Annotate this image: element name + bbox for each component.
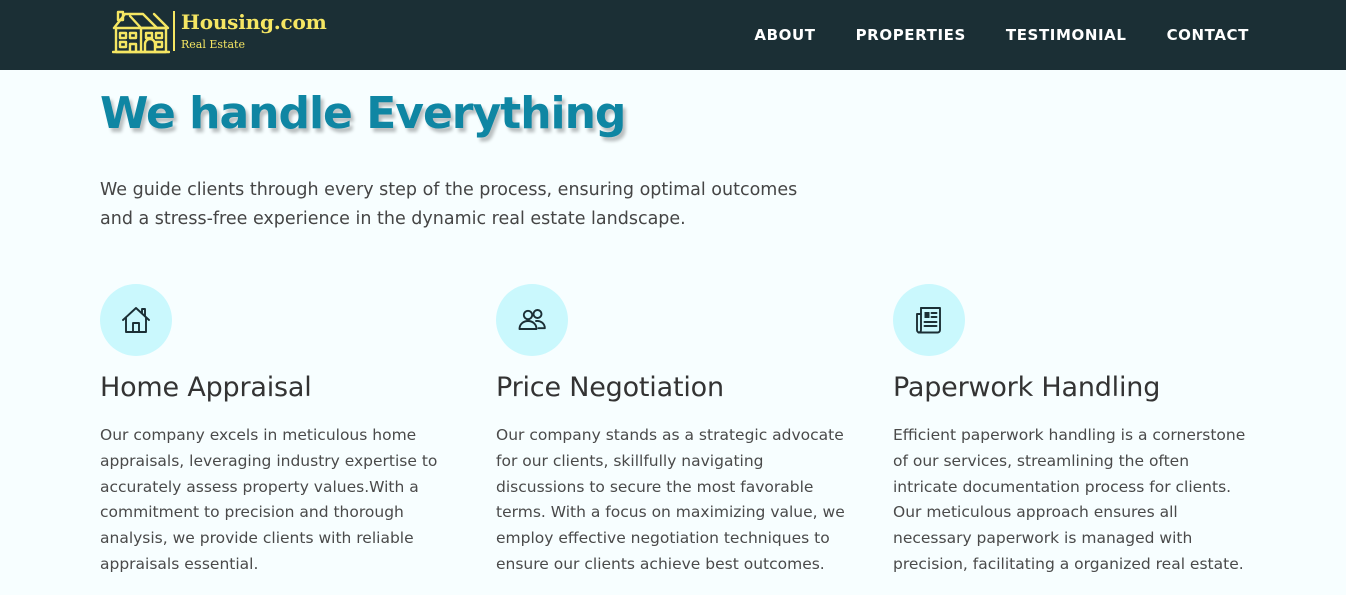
top-navbar: Housing.com Real Estate ABOUT PROPERTIES… — [0, 0, 1346, 70]
feature-paperwork-handling: Paperwork Handling Efficient paperwork h… — [893, 284, 1253, 578]
feature-title: Paperwork Handling — [893, 372, 1161, 403]
feature-description: Efficient paperwork handling is a corner… — [893, 426, 1246, 573]
feature-description: Our company excels in meticulous home ap… — [100, 426, 438, 573]
nav-link-about[interactable]: ABOUT — [754, 26, 815, 44]
feature-icon-circle — [100, 284, 172, 356]
home-icon — [122, 307, 150, 333]
feature-icon-circle — [496, 284, 568, 356]
house-logo-icon — [112, 10, 170, 54]
nav-link-contact[interactable]: CONTACT — [1167, 26, 1249, 44]
feature-description: Our company stands as a strategic advoca… — [496, 426, 845, 573]
logo-divider — [173, 11, 175, 51]
main-nav: ABOUT PROPERTIES TESTIMONIAL CONTACT — [754, 0, 1249, 70]
users-icon — [518, 309, 546, 330]
feature-home-appraisal: Home Appraisal Our company excels in met… — [100, 284, 460, 578]
hero-description: We guide clients through every step of t… — [100, 180, 798, 229]
brand-name: Housing.com — [181, 10, 327, 34]
feature-title: Price Negotiation — [496, 372, 724, 403]
nav-link-testimonial[interactable]: TESTIMONIAL — [1006, 26, 1127, 44]
newspaper-icon — [916, 307, 941, 334]
nav-link-properties[interactable]: PROPERTIES — [856, 26, 966, 44]
feature-price-negotiation: Price Negotiation Our company stands as … — [496, 284, 856, 578]
hero-title: We handle Everything — [100, 88, 626, 139]
brand-logo-link[interactable]: Housing.com Real Estate — [112, 6, 327, 56]
brand-text: Housing.com Real Estate — [181, 12, 327, 50]
feature-icon-circle — [893, 284, 965, 356]
feature-title: Home Appraisal — [100, 372, 312, 403]
brand-tagline: Real Estate — [181, 38, 245, 51]
